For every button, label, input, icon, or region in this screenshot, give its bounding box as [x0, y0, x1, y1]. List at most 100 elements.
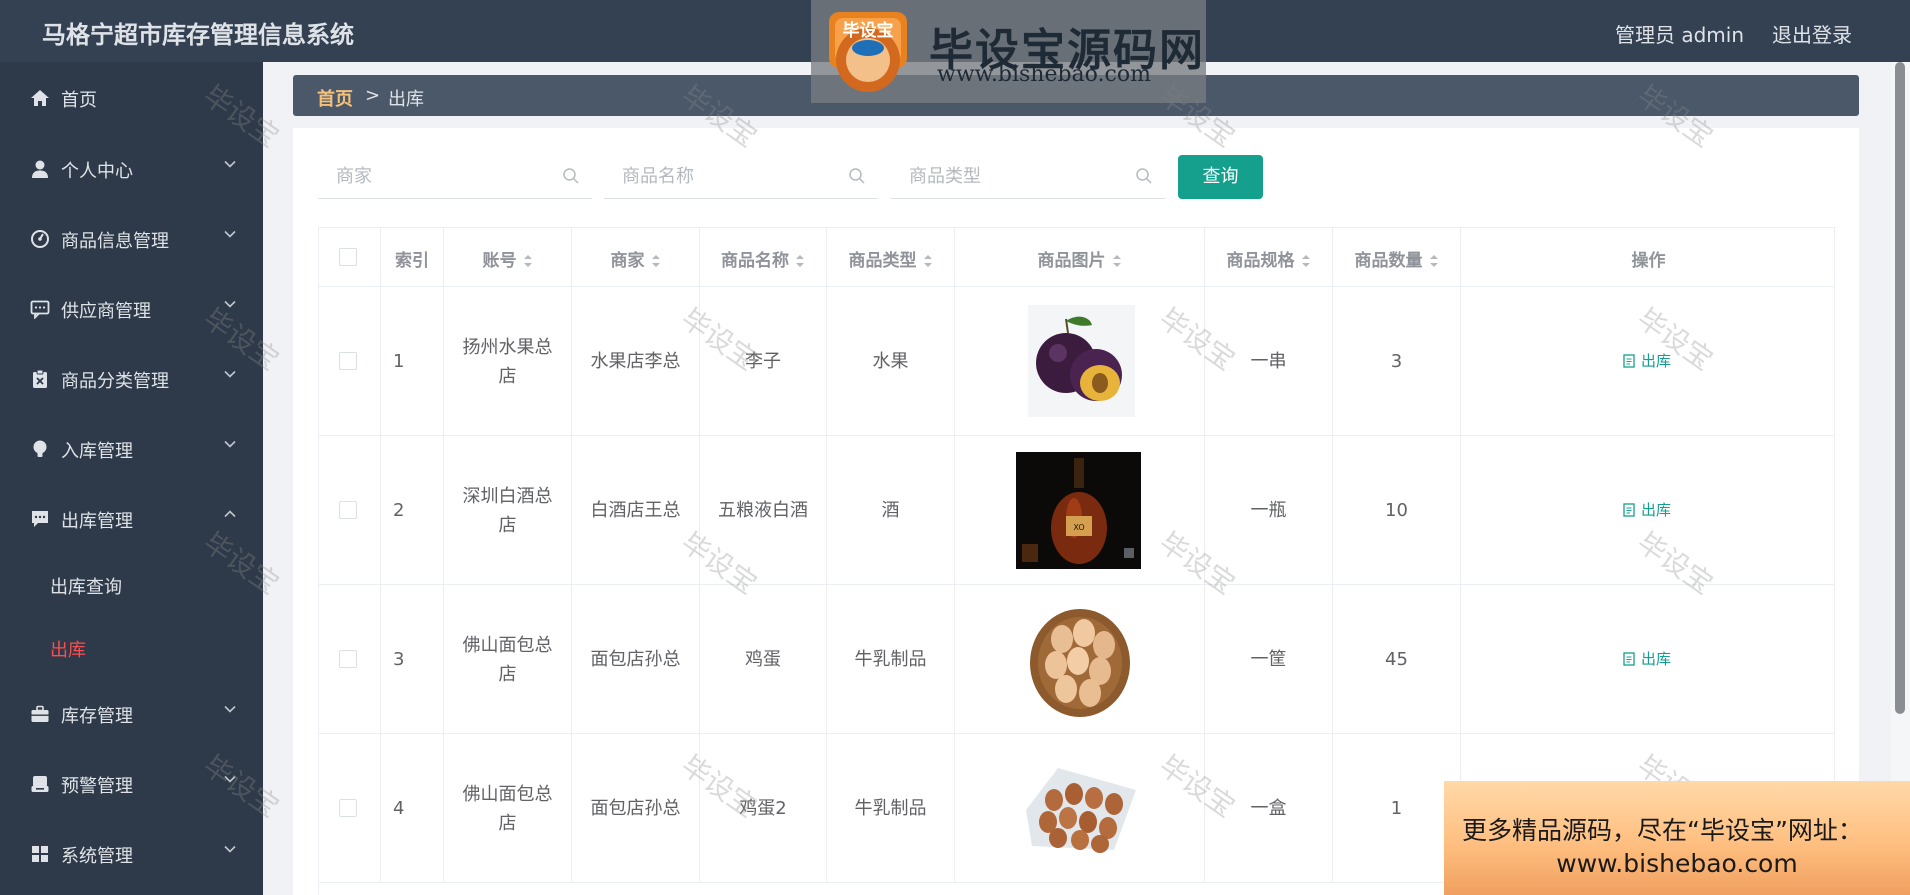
product-name-cell: 李子	[700, 287, 827, 436]
account-value: 佛山面包总店	[462, 783, 553, 834]
row-checkbox[interactable]	[339, 501, 357, 519]
sort-icon[interactable]	[795, 253, 805, 269]
merchant-cell: 面包店孙总	[572, 734, 700, 883]
promo-banner[interactable]: 更多精品源码，尽在“毕设宝”网址： www.bishebao.com	[1444, 781, 1910, 895]
plum-image	[1018, 303, 1143, 420]
product-name-search-input[interactable]	[604, 155, 878, 197]
product-name-cell: 鸡蛋	[700, 585, 827, 734]
row-checkbox[interactable]	[339, 650, 357, 668]
account-value: 扬州水果总店	[462, 336, 553, 387]
product-image-cell	[955, 287, 1205, 436]
sidebar-item-home[interactable]: 首页	[0, 70, 263, 126]
sidebar-item-personal-center[interactable]: 个人中心	[0, 141, 263, 197]
outbound-action-button[interactable]: 出库	[1623, 350, 1671, 371]
table-row: 2 深圳白酒总店 白酒店王总 五粮液白酒 酒 XO 一瓶 10 出库	[319, 436, 1834, 585]
sort-icon[interactable]	[523, 253, 533, 269]
document-icon	[1623, 652, 1635, 666]
sidebar-item-label: 商品信息管理	[61, 231, 169, 252]
column-header-merchant[interactable]: 商家	[572, 228, 700, 287]
product-type-cell: 牛乳制品	[827, 734, 955, 883]
spec-cell: 一盒	[1205, 734, 1333, 883]
merchant-search-input[interactable]	[318, 155, 592, 197]
svg-text:XO: XO	[1073, 523, 1084, 532]
select-all-checkbox[interactable]	[339, 248, 357, 266]
column-header-label: 索引	[395, 251, 429, 271]
column-header-index: 索引	[381, 228, 444, 287]
sort-icon[interactable]	[1112, 253, 1122, 269]
product-name-value: 李子	[745, 351, 781, 372]
query-button[interactable]: 查询	[1178, 155, 1263, 199]
row-select-cell	[319, 287, 381, 436]
spec-cell: 一串	[1205, 287, 1333, 436]
chevron-down-icon	[223, 772, 237, 786]
briefcase-icon	[30, 704, 50, 724]
sidebar-item-label: 系统管理	[61, 846, 133, 867]
admin-user-label[interactable]: 管理员 admin	[1615, 19, 1744, 48]
product-type-search-input[interactable]	[891, 155, 1165, 197]
select-all-header	[319, 228, 381, 287]
column-header-product-type[interactable]: 商品类型	[827, 228, 955, 287]
spec-cell: 一筐	[1205, 585, 1333, 734]
chevron-down-icon	[223, 157, 237, 171]
sort-icon[interactable]	[1301, 253, 1311, 269]
sidebar-subitem-outbound-query[interactable]: 出库查询	[0, 559, 263, 609]
sidebar-subitem-outbound[interactable]: 出库	[0, 622, 263, 672]
spec-value: 一瓶	[1250, 500, 1287, 521]
scrollbar-thumb[interactable]	[1895, 62, 1905, 714]
sidebar-item-supplier[interactable]: 供应商管理	[0, 281, 263, 337]
quantity-value: 3	[1390, 351, 1403, 372]
table-row: 3 佛山面包总店 面包店孙总 鸡蛋 牛乳制品 一筐 45 出库	[319, 585, 1834, 734]
logo-url: www.bishebao.com	[937, 62, 1151, 87]
sidebar-subitem-label: 出库	[50, 640, 86, 661]
sort-icon[interactable]	[651, 253, 661, 269]
index-cell: 1	[381, 287, 444, 436]
search-icon	[848, 167, 866, 185]
document-icon	[1623, 503, 1635, 517]
row-checkbox[interactable]	[339, 352, 357, 370]
page-scrollbar[interactable]	[1891, 62, 1910, 895]
spec-value: 一串	[1250, 351, 1287, 372]
logout-button[interactable]: 退出登录	[1772, 19, 1852, 48]
sidebar-item-warning[interactable]: 预警管理	[0, 756, 263, 812]
outbound-action-button[interactable]: 出库	[1623, 648, 1671, 669]
column-header-spec[interactable]: 商品规格	[1205, 228, 1333, 287]
sidebar-item-label: 个人中心	[61, 161, 133, 182]
breadcrumb-separator: >	[365, 85, 381, 106]
message-icon	[30, 509, 50, 529]
sidebar-item-category[interactable]: 商品分类管理	[0, 351, 263, 407]
column-header-product-name[interactable]: 商品名称	[700, 228, 827, 287]
merchant-cell: 面包店孙总	[572, 585, 700, 734]
user-icon	[30, 159, 50, 179]
sort-icon[interactable]	[1429, 253, 1439, 269]
sidebar-item-label: 入库管理	[61, 441, 133, 462]
column-header-account[interactable]: 账号	[444, 228, 572, 287]
breadcrumb-home-link[interactable]: 首页	[317, 85, 353, 111]
sort-icon[interactable]	[923, 253, 933, 269]
column-header-quantity[interactable]: 商品数量	[1333, 228, 1461, 287]
chevron-down-icon	[223, 367, 237, 381]
product-name-search-field	[604, 155, 878, 199]
sidebar-item-inventory[interactable]: 库存管理	[0, 686, 263, 742]
column-header-label: 操作	[1631, 251, 1666, 271]
tray-icon	[30, 774, 50, 794]
sidebar-item-system[interactable]: 系统管理	[0, 826, 263, 882]
index-cell: 2	[381, 436, 444, 585]
chat-icon	[30, 299, 50, 319]
product-type-cell: 水果	[827, 287, 955, 436]
product-type-search-field	[891, 155, 1165, 199]
sidebar-item-inbound[interactable]: 入库管理	[0, 421, 263, 477]
outbound-action-button[interactable]: 出库	[1623, 499, 1671, 520]
account-cell: 扬州水果总店	[444, 287, 572, 436]
account-value: 佛山面包总店	[462, 634, 553, 685]
product-name-value: 鸡蛋	[745, 649, 781, 670]
column-header-product-image[interactable]: 商品图片	[955, 228, 1205, 287]
promo-url[interactable]: www.bishebao.com	[1444, 849, 1910, 878]
sidebar-item-outbound[interactable]: 出库管理	[0, 491, 263, 547]
sidebar-item-product-info[interactable]: 商品信息管理	[0, 211, 263, 267]
row-select-cell	[319, 734, 381, 883]
row-checkbox[interactable]	[339, 799, 357, 817]
sidebar-item-label: 预警管理	[61, 776, 133, 797]
document-icon	[1623, 354, 1635, 368]
liquor-bottle-image: XO	[1016, 452, 1141, 569]
row-select-cell	[319, 436, 381, 585]
